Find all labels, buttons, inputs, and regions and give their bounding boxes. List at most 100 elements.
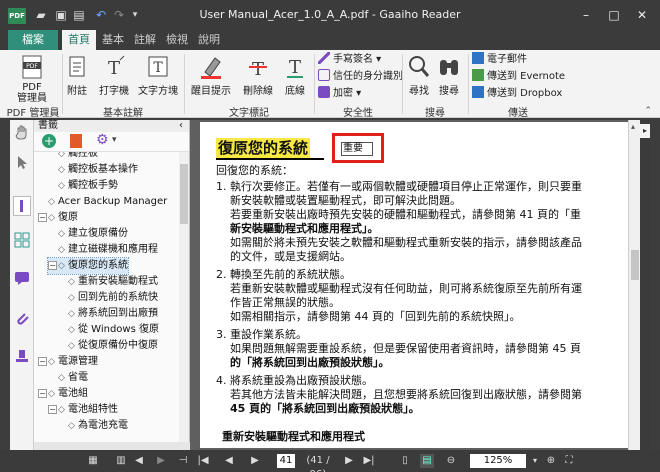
options-dropdown-icon[interactable]: ▾ xyxy=(112,135,117,145)
lock-icon xyxy=(318,86,330,98)
note-icon xyxy=(69,56,85,77)
close-icon[interactable]: ✕ xyxy=(628,0,656,30)
note-button[interactable]: 附註 xyxy=(64,54,90,97)
bookmark-item[interactable]: ◇ 觸控板基本操作 xyxy=(48,162,138,178)
previous-page-icon[interactable]: ◀ xyxy=(222,454,236,468)
text-annotation[interactable]: 重要 xyxy=(332,133,384,163)
fit-width-icon[interactable]: ⊣ xyxy=(176,454,190,468)
zoom-dropdown-icon[interactable]: ▾ xyxy=(530,454,540,468)
encrypt-button[interactable]: 加密 ▾ xyxy=(318,86,361,102)
bookmarks-panel-icon[interactable] xyxy=(13,196,31,216)
signature-label: 手寫簽名 xyxy=(333,54,373,65)
underline-icon: T xyxy=(287,57,303,78)
bookmark-item[interactable]: ◇ 為電池充電 xyxy=(58,418,128,434)
single-page-icon[interactable]: ▯ xyxy=(398,454,412,468)
page-layout-icon[interactable]: ▥ xyxy=(114,454,128,468)
bookmark-item[interactable]: ◇ 觸控板 xyxy=(48,152,98,162)
find-button[interactable]: 尋找 xyxy=(406,54,432,97)
bookmark-item[interactable]: ◇ 從復原備份中復原 xyxy=(58,338,158,354)
thumbnails-icon[interactable] xyxy=(14,232,30,248)
attachment-icon[interactable] xyxy=(14,310,30,326)
back-icon[interactable]: ◀ xyxy=(132,454,146,468)
bookmark-item[interactable]: ◇ 觸控板手勢 xyxy=(48,178,118,194)
select-tool-icon[interactable] xyxy=(14,154,30,170)
fit-page-icon[interactable]: ⛶ xyxy=(562,454,576,468)
comments-icon[interactable] xyxy=(14,270,30,286)
bookmark-item[interactable]: ◇ 重新安裝驅動程式 xyxy=(58,274,158,290)
expand-toggle-icon[interactable]: − xyxy=(48,261,57,270)
bookmark-item[interactable]: − ◇ 電池組特性 xyxy=(48,402,118,418)
evernote-button[interactable]: 傳送到 Evernote xyxy=(472,69,565,85)
annotation-text[interactable]: 重要 xyxy=(341,142,373,156)
bookmark-hscrollbar[interactable] xyxy=(34,442,190,450)
pdf-manager-button[interactable]: PDF PDF 管理員 xyxy=(14,54,50,104)
continuous-page-icon[interactable]: ▤ xyxy=(420,454,434,468)
next-page-icon-2[interactable]: ▶ xyxy=(342,454,356,468)
zoom-level-input[interactable]: 125% xyxy=(470,454,526,468)
expand-toggle-icon[interactable]: − xyxy=(38,389,47,398)
document-text-line: 如果問題無解需要重設系統，但是要保留使用者資訊時，請參閱第 45 頁 xyxy=(230,342,581,355)
bookmark-icon: ◇ xyxy=(58,181,65,191)
tab-view[interactable]: 檢視 xyxy=(162,30,192,50)
view-mode-icon[interactable]: ▦ xyxy=(86,454,100,468)
bookmark-item[interactable]: − ◇ 復原 xyxy=(38,210,78,226)
forward-icon[interactable]: ▶ xyxy=(154,454,168,468)
ribbon: PDF PDF 管理員 PDF 管理員 附註 T 打字機 T 文字方塊 基本註解… xyxy=(0,50,660,119)
zoom-out-icon[interactable]: ⊖ xyxy=(444,454,458,468)
tab-help[interactable]: 說明 xyxy=(194,30,224,50)
bookmark-item[interactable]: ◇ 將系統回到出廠預 xyxy=(58,306,158,322)
collapse-panel-icon[interactable]: ‹ xyxy=(179,120,183,132)
bookmark-item[interactable]: ◇ 回到先前的系統快 xyxy=(58,290,158,306)
bookmark-icon: ◇ xyxy=(48,357,55,367)
highlight-button[interactable]: 醒目提示 xyxy=(188,54,234,97)
typewriter-button[interactable]: T 打字機 xyxy=(96,54,132,97)
signatures-icon[interactable] xyxy=(14,348,30,364)
bookmark-toolbar: + ⚙ ▾ xyxy=(34,132,189,152)
bookmark-item[interactable]: ◇ Acer Backup Manager xyxy=(38,194,167,210)
add-bookmark-icon[interactable]: + xyxy=(42,134,56,148)
delete-bookmark-icon[interactable] xyxy=(70,134,82,148)
scroll-up-icon[interactable]: ▴ xyxy=(631,122,635,131)
encrypt-label: 加密 xyxy=(333,88,353,99)
tab-comment[interactable]: 註解 xyxy=(130,30,160,50)
bookmark-item[interactable]: ◇ 建立磁碟機和應用程 xyxy=(48,242,158,258)
bookmark-item[interactable]: ◇ 建立復原備份 xyxy=(48,226,128,242)
hand-tool-icon[interactable] xyxy=(14,124,30,140)
first-page-icon[interactable]: |◀ xyxy=(196,454,210,468)
document-scrollbar[interactable]: ▴ xyxy=(628,120,640,450)
bookmark-options-icon[interactable]: ⚙ xyxy=(96,132,109,148)
tab-basic[interactable]: 基本 xyxy=(98,30,128,50)
search-button[interactable]: 搜尋 xyxy=(436,54,462,97)
document-scroll-thumb[interactable] xyxy=(631,250,639,280)
maximize-icon[interactable]: □ xyxy=(600,0,628,30)
document-page[interactable]: 復原您的系統 重要 回復您的系統： 1. 執行次要修正。若僅有一或兩個軟體或硬體項… xyxy=(200,122,628,448)
bookmark-item[interactable]: − ◇ 電源管理 xyxy=(38,354,98,370)
bookmark-scroll-thumb[interactable] xyxy=(180,164,188,224)
textbox-button[interactable]: T 文字方塊 xyxy=(136,54,180,97)
right-panel-expand-icon[interactable]: ▸ xyxy=(640,124,650,138)
expand-toggle-icon[interactable]: − xyxy=(48,405,57,414)
collapse-ribbon-icon[interactable]: ⌃ xyxy=(644,106,652,116)
tab-home[interactable]: 首頁 xyxy=(62,30,96,50)
bookmark-item[interactable]: ◇ 省電 xyxy=(48,370,88,386)
strikethrough-button[interactable]: T 刪除線 xyxy=(240,54,276,97)
bookmark-scrollbar[interactable] xyxy=(179,152,189,442)
minimize-icon[interactable]: – xyxy=(572,0,600,30)
dropbox-button[interactable]: 傳送到 Dropbox xyxy=(472,86,562,102)
bookmark-item[interactable]: − ◇ 電池組 xyxy=(38,386,88,402)
bookmark-label: 電源管理 xyxy=(58,356,98,367)
expand-toggle-icon[interactable]: − xyxy=(38,213,47,222)
tab-file[interactable]: 檔案 xyxy=(8,30,58,50)
signature-button[interactable]: 手寫簽名 ▾ xyxy=(318,52,381,68)
last-page-icon[interactable]: ▶| xyxy=(362,454,376,468)
zoom-in-icon[interactable]: ⊕ xyxy=(544,454,558,468)
trusted-identity-button[interactable]: 信任的身分識別 xyxy=(318,69,403,85)
expand-toggle-icon[interactable]: − xyxy=(38,357,47,366)
page-number-input[interactable]: 41 xyxy=(277,454,295,468)
email-button[interactable]: 電子郵件 xyxy=(472,52,527,68)
underline-button[interactable]: T 底線 xyxy=(280,54,310,97)
bookmark-item[interactable]: − ◇ 復原您的系統 xyxy=(47,257,129,275)
next-page-icon[interactable]: ▶ xyxy=(248,454,262,468)
bookmark-item[interactable]: ◇ 從 Windows 復原 xyxy=(58,322,159,338)
bookmark-label: 為電池充電 xyxy=(78,420,128,431)
